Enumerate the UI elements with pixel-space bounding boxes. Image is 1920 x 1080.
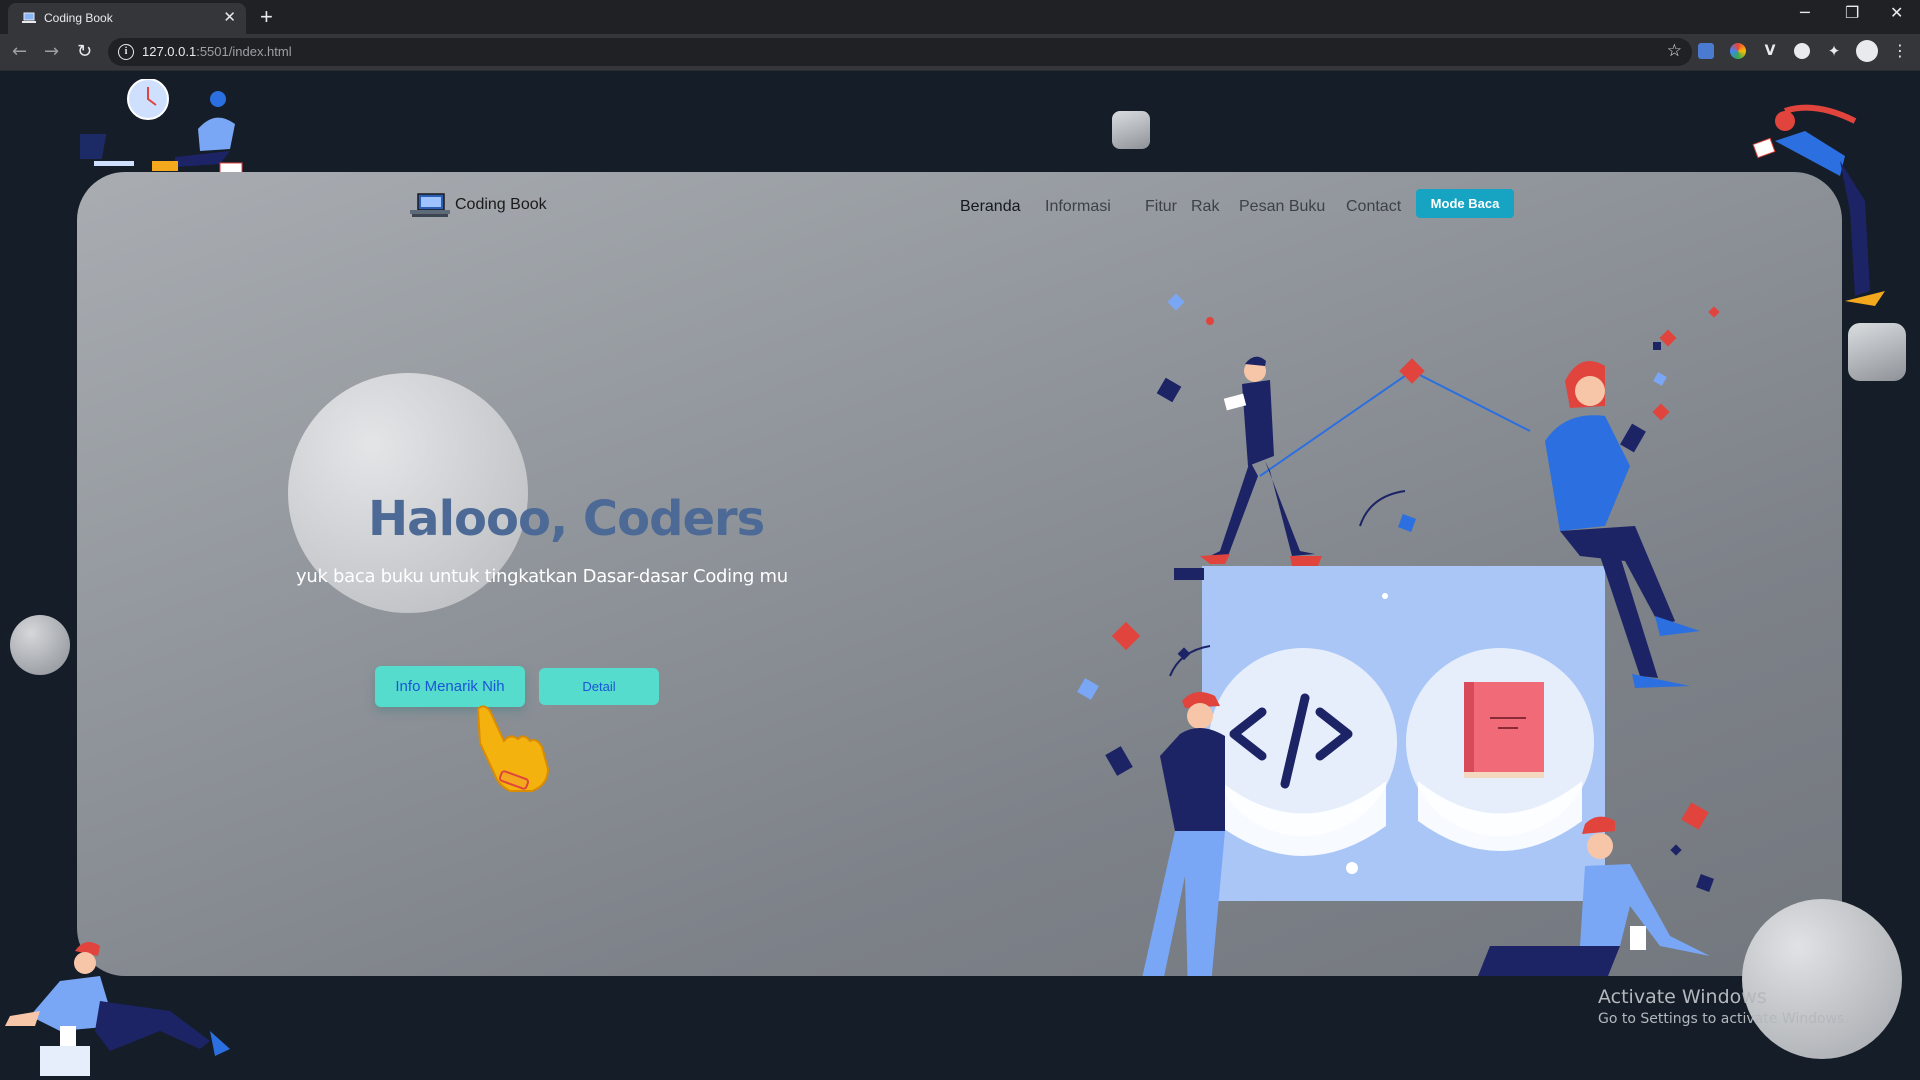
browser-toolbar: ← → ↻ i 127.0.0.1:5501/index.html ☆ — [0, 34, 1920, 71]
browser-tab[interactable]: Coding Book ✕ — [8, 3, 246, 34]
nav-item-pesan-buku[interactable]: Pesan Buku — [1239, 198, 1325, 216]
address-bar[interactable]: i 127.0.0.1:5501/index.html ☆ — [108, 38, 1692, 66]
activate-windows-watermark: Activate Windows Go to Settings to activ… — [1598, 986, 1849, 1027]
url-text[interactable]: 127.0.0.1:5501/index.html — [142, 44, 292, 59]
floating-cube — [1112, 111, 1150, 149]
close-window-button[interactable]: ✕ — [1890, 3, 1903, 22]
vue-extension-icon[interactable]: V — [1762, 43, 1778, 59]
nav-item-fitur[interactable]: Fitur — [1145, 198, 1177, 216]
tab-close-icon[interactable]: ✕ — [223, 8, 236, 26]
laptop-logo-icon — [410, 193, 450, 217]
nav-item-beranda[interactable]: Beranda — [960, 198, 1021, 216]
floating-ball — [1742, 899, 1902, 1059]
laptop-favicon-icon — [22, 12, 36, 23]
hero-title: Halooo, Coders — [368, 491, 765, 547]
extension-icon[interactable] — [1794, 43, 1810, 59]
reading-person-illustration — [80, 79, 243, 174]
star-icon[interactable]: ☆ — [1667, 41, 1682, 61]
color-extension-icon[interactable] — [1730, 43, 1746, 59]
profile-avatar[interactable] — [1856, 40, 1878, 62]
nav-item-informasi[interactable]: Informasi — [1045, 198, 1111, 216]
minimize-button[interactable]: ─ — [1800, 3, 1810, 22]
back-icon[interactable]: ← — [12, 41, 27, 62]
detail-button[interactable]: Detail — [539, 668, 659, 705]
nav-item-rak[interactable]: Rak — [1191, 198, 1219, 216]
mode-baca-button[interactable]: Mode Baca — [1416, 189, 1514, 218]
translate-extension-icon[interactable] — [1698, 43, 1714, 59]
tab-title: Coding Book — [44, 11, 113, 25]
watermark-line1: Activate Windows — [1598, 986, 1767, 1008]
reload-icon[interactable]: ↻ — [77, 41, 92, 62]
info-menarik-button[interactable]: Info Menarik Nih — [375, 666, 525, 707]
floating-ball — [10, 615, 70, 675]
menu-icon[interactable]: ⋮ — [1892, 43, 1908, 59]
forward-icon[interactable]: → — [44, 41, 59, 62]
logo-text: Coding Book — [455, 196, 547, 213]
restore-button[interactable]: ❐ — [1845, 3, 1859, 22]
info-icon[interactable]: i — [118, 44, 134, 60]
web-page: Coding Book Beranda Informasi Fitur Rak … — [0, 71, 1920, 1080]
watermark-line2: Go to Settings to activate Windows. — [1598, 1011, 1849, 1027]
pointer-hand-icon — [476, 705, 550, 792]
coders-illustration — [1077, 293, 1720, 976]
hero-subtitle: yuk baca buku untuk tingkatkan Dasar-das… — [296, 566, 788, 587]
new-tab-button[interactable]: + — [260, 4, 273, 30]
nav-item-contact[interactable]: Contact — [1346, 198, 1401, 216]
lying-person-illustration — [5, 942, 230, 1076]
extensions-icon[interactable]: ✦ — [1826, 43, 1842, 59]
browser-tab-bar: Coding Book ✕ + ─ ❐ ✕ — [0, 0, 1920, 34]
